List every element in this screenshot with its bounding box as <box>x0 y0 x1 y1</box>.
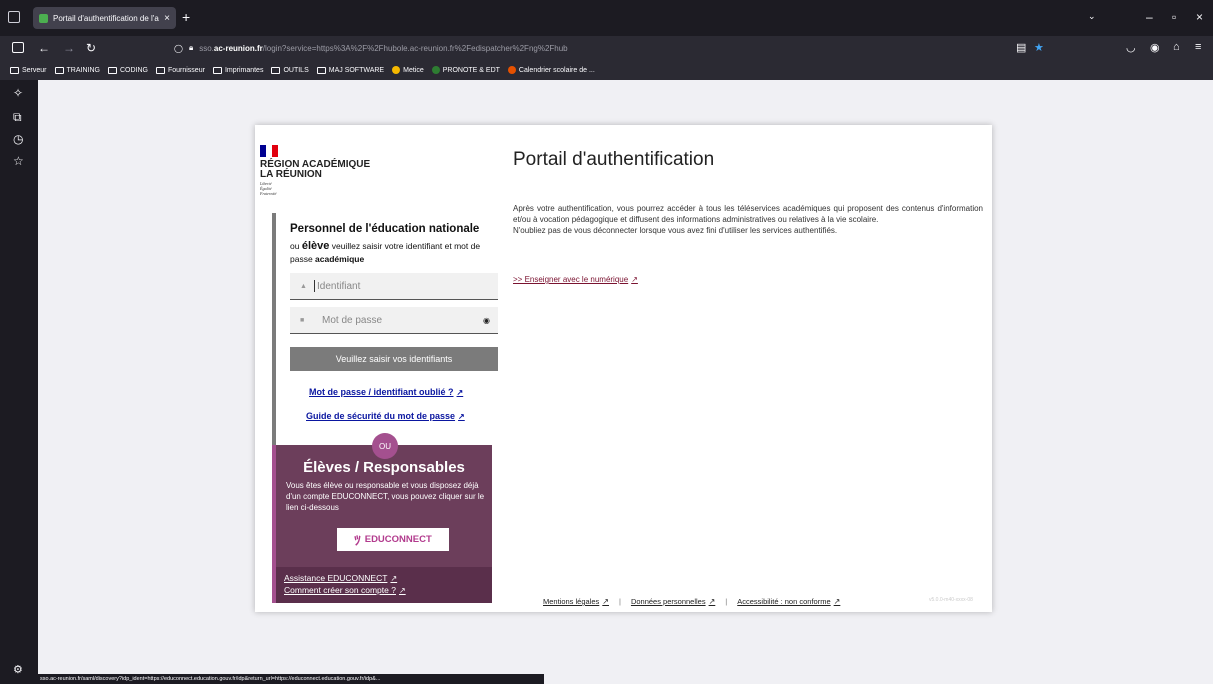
bookmark-imprimantes[interactable]: Imprimantes <box>212 66 263 74</box>
external-link-icon: ↗ <box>458 412 465 421</box>
bookmarks-bar: Serveur TRAINING CODING Fournisseur Impr… <box>0 60 1213 80</box>
external-link-icon: ↗ <box>833 597 841 606</box>
region-name: RÉGION ACADÉMIQUE LA RÉUNION <box>260 159 371 180</box>
history-icon[interactable]: ◷ <box>13 132 23 146</box>
maximize-icon[interactable]: ▫ <box>1172 10 1176 24</box>
footer-links: Mentions légales ↗ | Données personnelles… <box>543 597 841 606</box>
bookmark-coding[interactable]: CODING <box>107 66 148 74</box>
marianne-logo <box>260 145 278 157</box>
bookmark-metice[interactable]: Metice <box>392 66 424 74</box>
folder-icon <box>107 66 117 74</box>
bookmark-outils[interactable]: OUTILS <box>271 66 309 74</box>
username-field[interactable]: ▲ Identifiant <box>290 273 498 300</box>
forward-icon[interactable]: → <box>63 41 75 55</box>
bookmark-training[interactable]: TRAINING <box>54 66 100 74</box>
username-placeholder: Identifiant <box>317 280 361 292</box>
folder-icon <box>155 66 165 74</box>
educonnect-assistance-link[interactable]: Assistance EDUCONNECT ↗ <box>284 573 397 583</box>
educonnect-button[interactable]: ﾂ EDUCONNECT <box>337 528 449 551</box>
tracking-shield-icon[interactable]: ◯ <box>174 44 183 53</box>
create-account-link[interactable]: Comment créer son compte ? ↗ <box>284 585 406 595</box>
password-field[interactable]: ■ Mot de passe ◉ <box>290 307 498 334</box>
favicon-icon <box>39 13 48 23</box>
show-password-icon[interactable]: ◉ <box>483 316 490 325</box>
forgot-password-link[interactable]: Mot de passe / identifiant oublié ? ↗ <box>309 387 463 397</box>
reader-view-icon[interactable]: ▤ <box>1016 41 1026 54</box>
students-text: Vous êtes élève ou responsable et vous d… <box>286 481 485 512</box>
minimize-icon[interactable]: – <box>1146 10 1153 24</box>
bookmarks-icon[interactable]: ☆ <box>13 154 24 168</box>
customize-sidebar-icon[interactable]: ⚙ <box>13 663 23 676</box>
folder-icon <box>316 66 326 74</box>
reload-icon[interactable]: ↻ <box>86 41 96 55</box>
navigation-bar: ← → ↻ ◯ 🔒︎ sso.ac-reunion.fr/login?servi… <box>0 36 1213 60</box>
tab-title: Portail d'authentification de l'a: <box>53 13 160 23</box>
students-panel: Élèves / Responsables Vous êtes élève ou… <box>272 445 492 567</box>
intro-text: Après votre authentification, vous pourr… <box>513 204 983 235</box>
password-guide-link[interactable]: Guide de sécurité du mot de passe ↗ <box>306 411 465 421</box>
url-bar[interactable]: ◯ 🔒︎ sso.ac-reunion.fr/login?service=htt… <box>168 39 868 57</box>
login-title: Personnel de l'éducation nationale <box>290 223 480 235</box>
folder-icon <box>54 66 64 74</box>
url-text: sso.ac-reunion.fr/login?service=https%3A… <box>199 43 568 53</box>
personal-data-link[interactable]: Données personnelles ↗ <box>631 597 715 606</box>
new-tab-button[interactable]: + <box>182 9 190 25</box>
folder-icon <box>212 66 222 74</box>
students-footer: Assistance EDUCONNECT ↗ Comment créer son… <box>272 567 492 603</box>
sidebar-toggle-icon[interactable] <box>12 42 24 53</box>
accessibility-link[interactable]: Accessibilité : non conforme ↗ <box>737 597 840 606</box>
external-link-icon: ↗ <box>456 388 464 397</box>
menu-icon[interactable]: ≡ <box>1195 41 1201 53</box>
tab-bar: Portail d'authentification de l'a: × + ⌄… <box>0 0 1213 36</box>
firefox-view-icon[interactable] <box>8 11 20 23</box>
list-tabs-chevron-icon[interactable]: ⌄ <box>1088 11 1096 22</box>
lock-icon[interactable]: 🔒︎ <box>189 43 193 53</box>
folder-icon <box>10 66 19 74</box>
synced-tabs-icon[interactable]: ⧉ <box>13 110 22 125</box>
lock-field-icon: ■ <box>300 316 305 324</box>
login-card: RÉGION ACADÉMIQUE LA RÉUNION Liberté Éga… <box>255 125 992 612</box>
version-label: v5.0.0-m40-xxxx-08 <box>929 597 973 603</box>
external-link-icon: ↗ <box>390 574 398 583</box>
calendar-icon <box>507 66 516 74</box>
ai-chatbot-icon[interactable]: ✧ <box>13 86 23 100</box>
republic-motto: Liberté Égalité Fraternité <box>260 181 277 196</box>
password-placeholder: Mot de passe <box>322 314 383 326</box>
teaching-digital-link[interactable]: >> Enseigner avec le numérique ↗ <box>513 275 638 284</box>
back-icon[interactable]: ← <box>38 41 50 55</box>
educonnect-logo-icon: ﾂ <box>354 533 361 548</box>
or-badge: OU <box>372 433 398 459</box>
external-link-icon: ↗ <box>631 275 638 284</box>
account-icon[interactable]: ◉ <box>1150 41 1160 54</box>
external-link-icon: ↗ <box>398 586 406 595</box>
external-link-icon: ↗ <box>602 597 609 606</box>
bookmark-calendrier[interactable]: Calendrier scolaire de ... <box>507 66 595 74</box>
staff-login-panel: Personnel de l'éducation nationale ou él… <box>272 213 498 445</box>
pocket-icon[interactable]: ◡ <box>1126 41 1136 54</box>
user-icon: ▲ <box>300 282 307 290</box>
close-window-icon[interactable]: × <box>1196 10 1203 24</box>
legal-notice-link[interactable]: Mentions légales ↗ <box>543 597 609 606</box>
status-bar: sso.ac-reunion.fr/saml/discovery?idp_ide… <box>36 674 544 684</box>
bookmark-serveur[interactable]: Serveur <box>10 66 47 74</box>
pronote-icon <box>431 66 440 74</box>
tab-close-icon[interactable]: × <box>164 13 170 24</box>
bookmark-star-icon[interactable]: ★ <box>1034 41 1044 54</box>
submit-button[interactable]: Veuillez saisir vos identifiants <box>290 347 498 371</box>
students-title: Élèves / Responsables <box>303 459 465 476</box>
browser-sidebar: ✧ ⧉ ◷ ☆ <box>0 80 38 684</box>
tab-active[interactable]: Portail d'authentification de l'a: × <box>33 7 176 29</box>
extensions-icon[interactable]: ⌂ <box>1173 41 1180 53</box>
bookmark-pronote[interactable]: PRONOTE & EDT <box>431 66 500 74</box>
page-title: Portail d'authentification <box>513 149 715 170</box>
metice-icon <box>392 66 401 74</box>
bookmark-fournisseur[interactable]: Fournisseur <box>155 66 205 74</box>
text-cursor <box>314 280 315 292</box>
login-subtitle: ou élève veuillez saisir votre identifia… <box>290 240 481 264</box>
bookmark-maj-software[interactable]: MAJ SOFTWARE <box>316 66 384 74</box>
folder-icon <box>271 66 281 74</box>
external-link-icon: ↗ <box>708 597 716 606</box>
